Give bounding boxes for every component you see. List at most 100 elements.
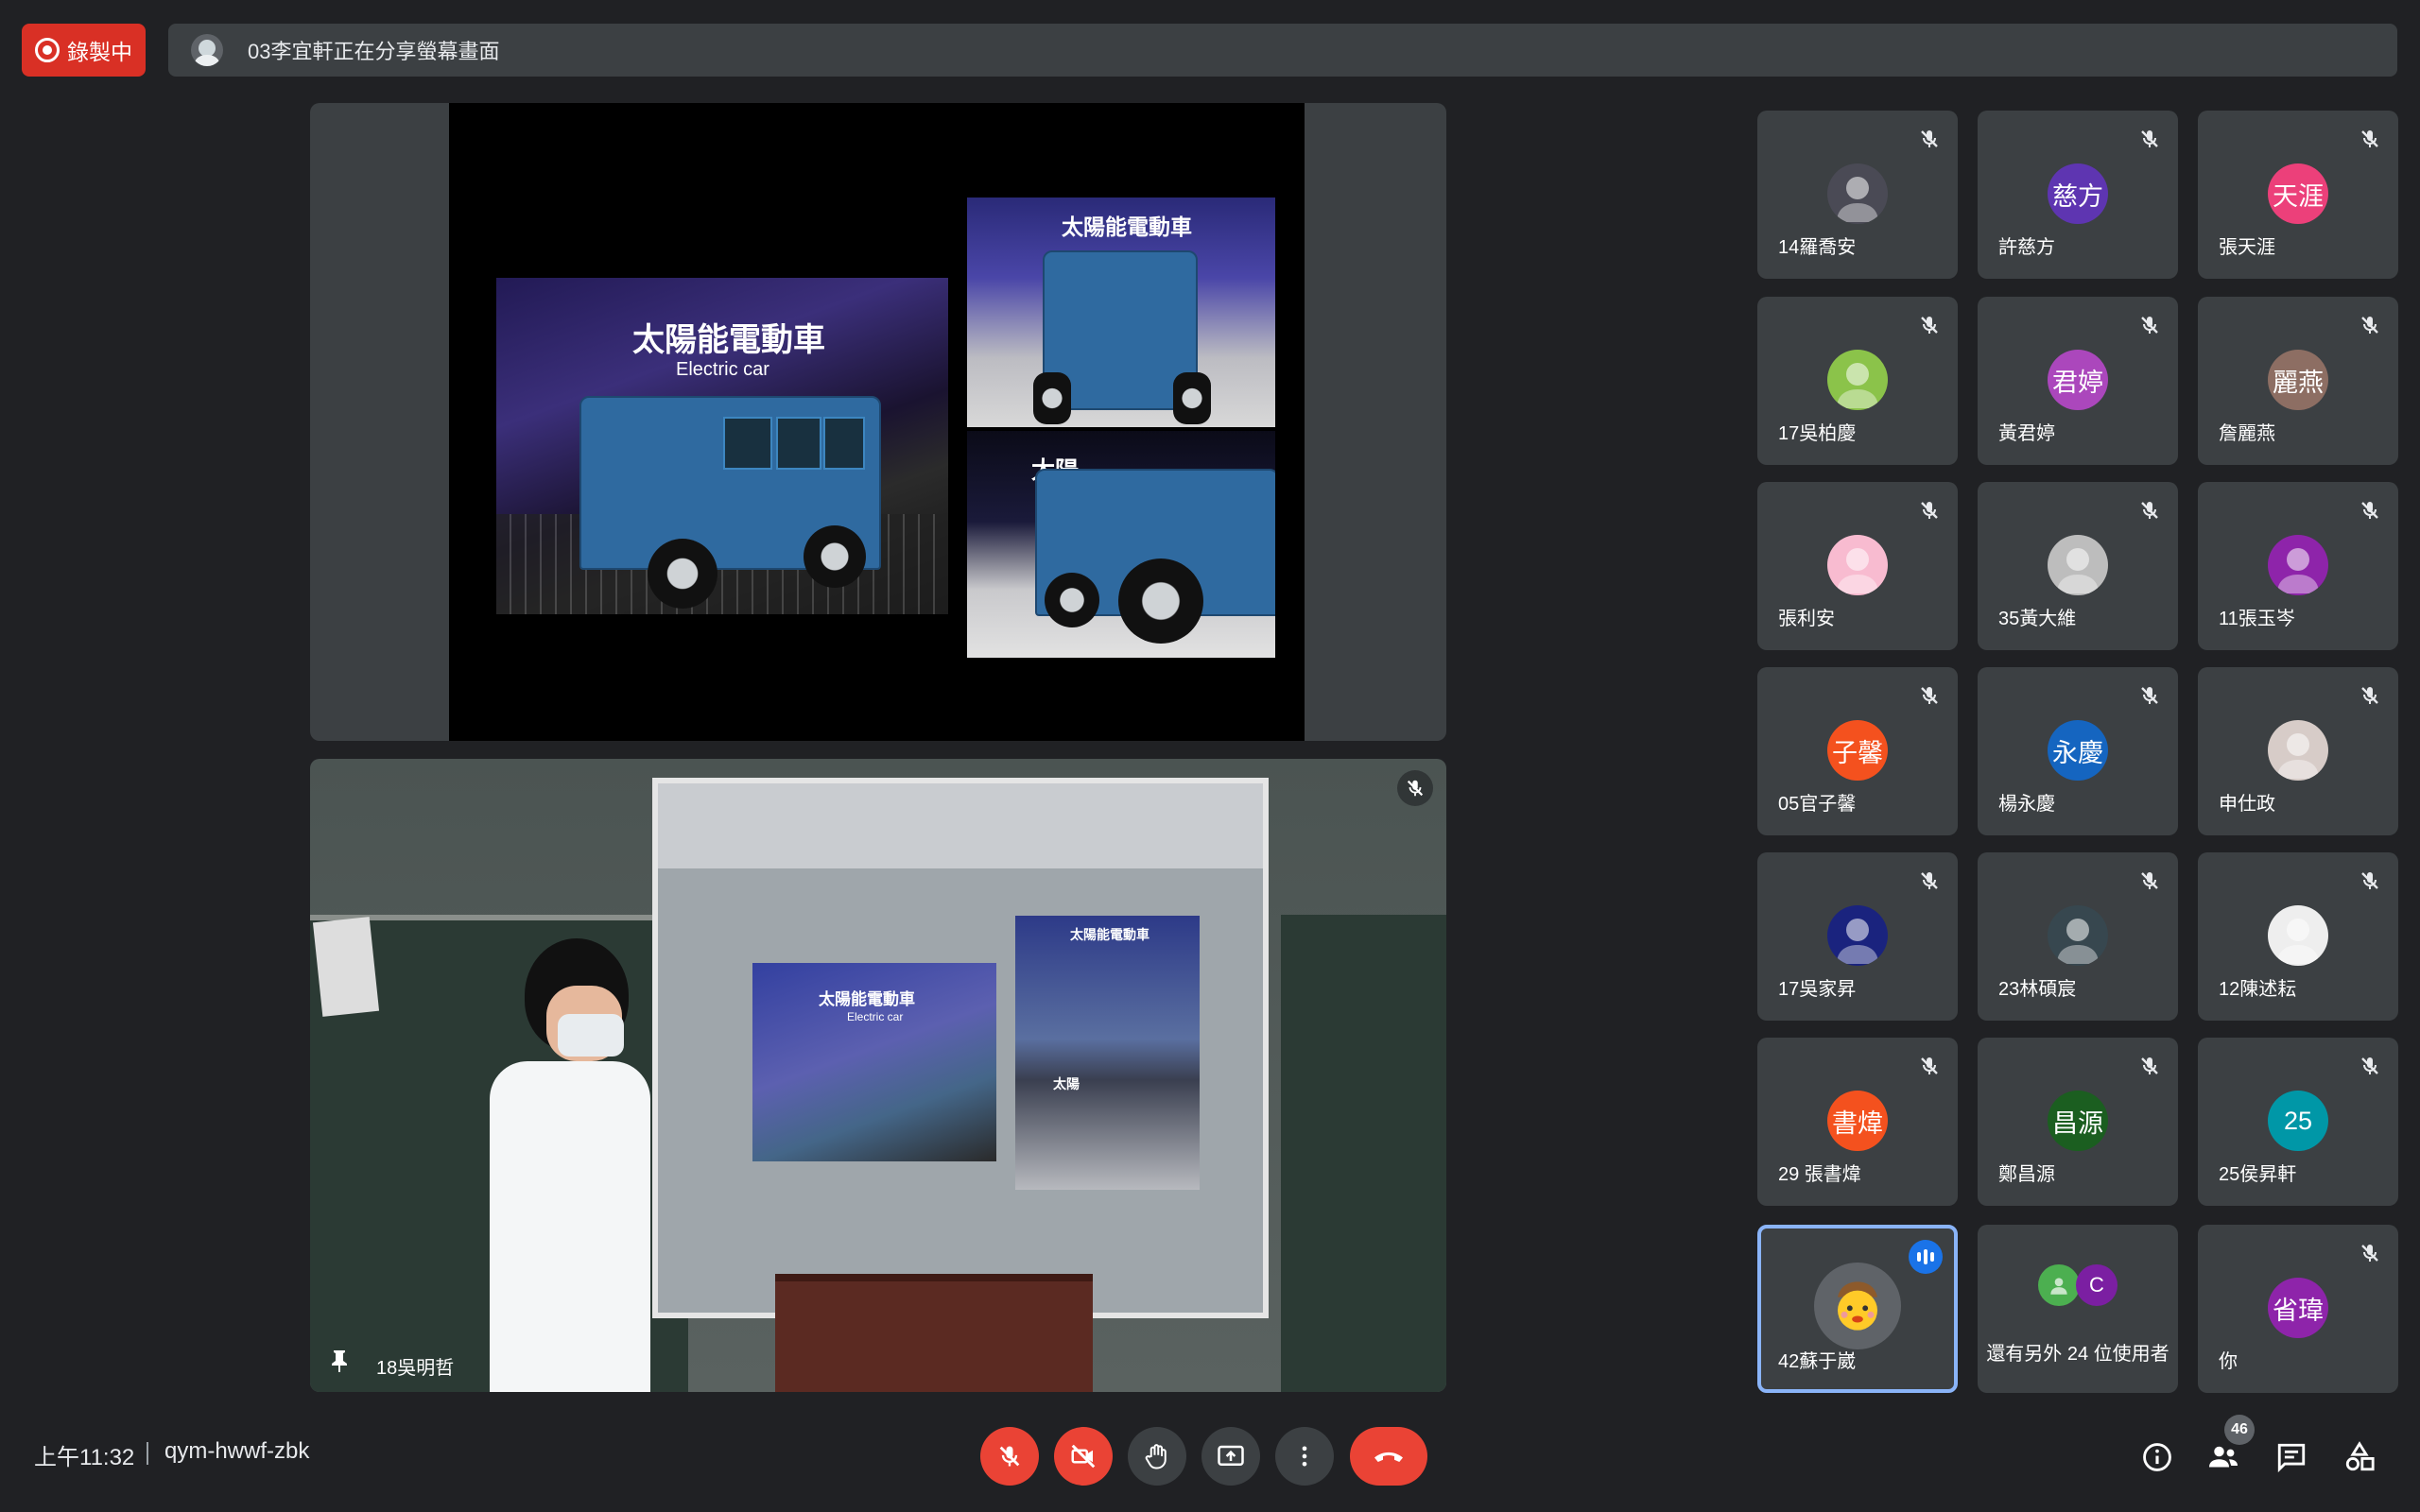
divider <box>147 1442 148 1465</box>
mic-off-icon <box>2359 1242 2381 1264</box>
projected-title-b: 太陽能電動車 <box>1070 927 1150 942</box>
present-button[interactable] <box>1201 1427 1260 1486</box>
participant-tile[interactable]: 申仕政 <box>2198 667 2398 835</box>
projected-title-c: 太陽 <box>1053 1076 1080 1091</box>
recording-label: 錄製中 <box>67 40 132 64</box>
participant-name: 17吳家昇 <box>1778 979 1857 1000</box>
slide-main-title: 太陽能電動車 <box>632 322 825 358</box>
participant-name: 張天涯 <box>2219 237 2275 258</box>
participant-avatar <box>1827 905 1888 966</box>
car-wheel <box>648 539 717 609</box>
raise-hand-button[interactable] <box>1128 1427 1186 1486</box>
mic-off-icon <box>1918 1055 1941 1077</box>
participant-tile[interactable]: 25 25侯昇軒 <box>2198 1038 2398 1206</box>
mic-off-icon <box>1918 499 1941 522</box>
participant-tile[interactable]: 14羅喬安 <box>1757 111 1958 279</box>
participant-tile[interactable]: 君婷 黃君婷 <box>1978 297 2178 465</box>
car-wheel <box>804 525 866 588</box>
projected-photo-main: 太陽能電動車 Electric car <box>752 963 996 1161</box>
participant-name: 楊永慶 <box>1998 794 2055 815</box>
info-icon <box>2143 1443 2171 1471</box>
participant-name: 你 <box>2219 1351 2238 1372</box>
mic-off-icon <box>2359 499 2381 522</box>
participant-tile[interactable]: 11張玉岑 <box>2198 482 2398 650</box>
more-vert-icon <box>1302 1446 1307 1467</box>
slide-photo-top: 太陽能電動車 <box>967 198 1275 427</box>
participant-tile[interactable]: 昌源鄭昌源 <box>1978 1038 2178 1206</box>
participant-tile[interactable]: 省瑋你 <box>2198 1225 2398 1393</box>
participant-name: 12陳述耘 <box>2219 979 2297 1000</box>
leave-call-button[interactable] <box>1350 1427 1427 1486</box>
presentation-tile[interactable]: 太陽能電動車 Electric car 太陽能電動車 太陽 <box>310 103 1446 741</box>
participant-avatar: 永慶 <box>2048 720 2108 781</box>
participant-tile[interactable]: 永慶楊永慶 <box>1978 667 2178 835</box>
participant-avatar <box>2268 905 2328 966</box>
activities-button[interactable] <box>2341 1438 2378 1476</box>
participant-name: 許慈方 <box>1998 237 2055 258</box>
blackboard-right <box>1281 915 1446 1392</box>
participant-avatar: 麗燕 <box>2268 350 2328 410</box>
speaking-indicator-icon <box>1909 1240 1943 1274</box>
participant-tile[interactable]: 42蘇于崴 <box>1757 1225 1958 1393</box>
participant-name: 17吳柏慶 <box>1778 423 1857 444</box>
participant-avatar <box>2268 720 2328 781</box>
toggle-camera-button[interactable] <box>1054 1427 1113 1486</box>
participant-tile[interactable]: 麗燕 詹麗燕 <box>2198 297 2398 465</box>
participant-name: 鄭昌源 <box>1998 1164 2055 1185</box>
car-wheel <box>1118 558 1203 644</box>
participant-avatar <box>1827 350 1888 410</box>
car-wheel <box>1045 573 1099 627</box>
participant-avatar <box>1827 163 1888 224</box>
mic-off-icon <box>1397 770 1433 806</box>
participant-name: 11張玉岑 <box>2219 609 2295 629</box>
slide-photo-bottom: 太陽 <box>967 431 1275 658</box>
participant-avatar: 書煒 <box>1827 1091 1888 1151</box>
call-end-icon <box>1374 1452 1403 1462</box>
participant-avatar <box>1827 535 1888 595</box>
toggle-mic-button[interactable] <box>980 1427 1039 1486</box>
mic-off-icon <box>2359 869 2381 892</box>
participant-tile[interactable]: C 還有另外 24 位使用者 <box>1978 1225 2178 1393</box>
participant-avatar <box>2048 905 2108 966</box>
pin-icon[interactable] <box>329 1349 350 1373</box>
mic-off-icon <box>2359 1055 2381 1077</box>
participant-tile[interactable]: 慈方 許慈方 <box>1978 111 2178 279</box>
chat-button[interactable] <box>2273 1438 2310 1476</box>
participant-tile[interactable]: 17吳柏慶 <box>1757 297 1958 465</box>
participant-avatar: 天涯 <box>2268 163 2328 224</box>
presenter-avatar <box>191 34 223 66</box>
recording-indicator: 錄製中 <box>22 24 146 77</box>
more-participants-label: 還有另外 24 位使用者 <box>1986 1344 2169 1365</box>
mic-off-icon <box>999 1446 1020 1467</box>
participant-tile[interactable]: 書煒 29 張書煒 <box>1757 1038 1958 1206</box>
meeting-time: 上午11:32 <box>34 1445 135 1470</box>
mic-off-icon <box>2138 684 2161 707</box>
hand-icon <box>1145 1444 1167 1469</box>
participant-tile[interactable]: 天涯張天涯 <box>2198 111 2398 279</box>
presenter-banner: 03李宜軒正在分享螢幕畫面 <box>168 24 2397 77</box>
car-wheel <box>1173 372 1211 424</box>
more-options-button[interactable] <box>1275 1427 1334 1486</box>
meeting-details-button[interactable] <box>2138 1438 2176 1476</box>
participant-tile[interactable]: 35黃大維 <box>1978 482 2178 650</box>
participant-tile[interactable]: 張利安 <box>1757 482 1958 650</box>
participant-tile[interactable]: 子馨 05官子馨 <box>1757 667 1958 835</box>
mic-off-icon <box>2138 869 2161 892</box>
participant-tile[interactable]: 23林碩宸 <box>1978 852 2178 1021</box>
mic-off-icon <box>2138 499 2161 522</box>
presenter-text: 03李宜軒正在分享螢幕畫面 <box>248 40 500 63</box>
mic-off-icon <box>2359 684 2381 707</box>
mic-off-icon <box>1918 684 1941 707</box>
participant-tile[interactable]: 12陳述耘 <box>2198 852 2398 1021</box>
wall-paper <box>312 917 380 1017</box>
participant-mini-avatar: C <box>2076 1264 2118 1306</box>
mic-off-icon <box>2138 1055 2161 1077</box>
participant-tile[interactable]: 17吳家昇 <box>1757 852 1958 1021</box>
presenter-body <box>490 1061 650 1392</box>
participant-name: 14羅喬安 <box>1778 237 1857 258</box>
shared-slide: 太陽能電動車 Electric car 太陽能電動車 太陽 <box>449 103 1305 741</box>
activities-icon <box>2345 1441 2375 1471</box>
speaker-camera-tile[interactable]: 太陽能電動車 Electric car 太陽能電動車 太陽 18吳明哲 <box>310 759 1446 1392</box>
participant-avatar <box>2268 535 2328 595</box>
participant-avatar: 昌源 <box>2048 1091 2108 1151</box>
